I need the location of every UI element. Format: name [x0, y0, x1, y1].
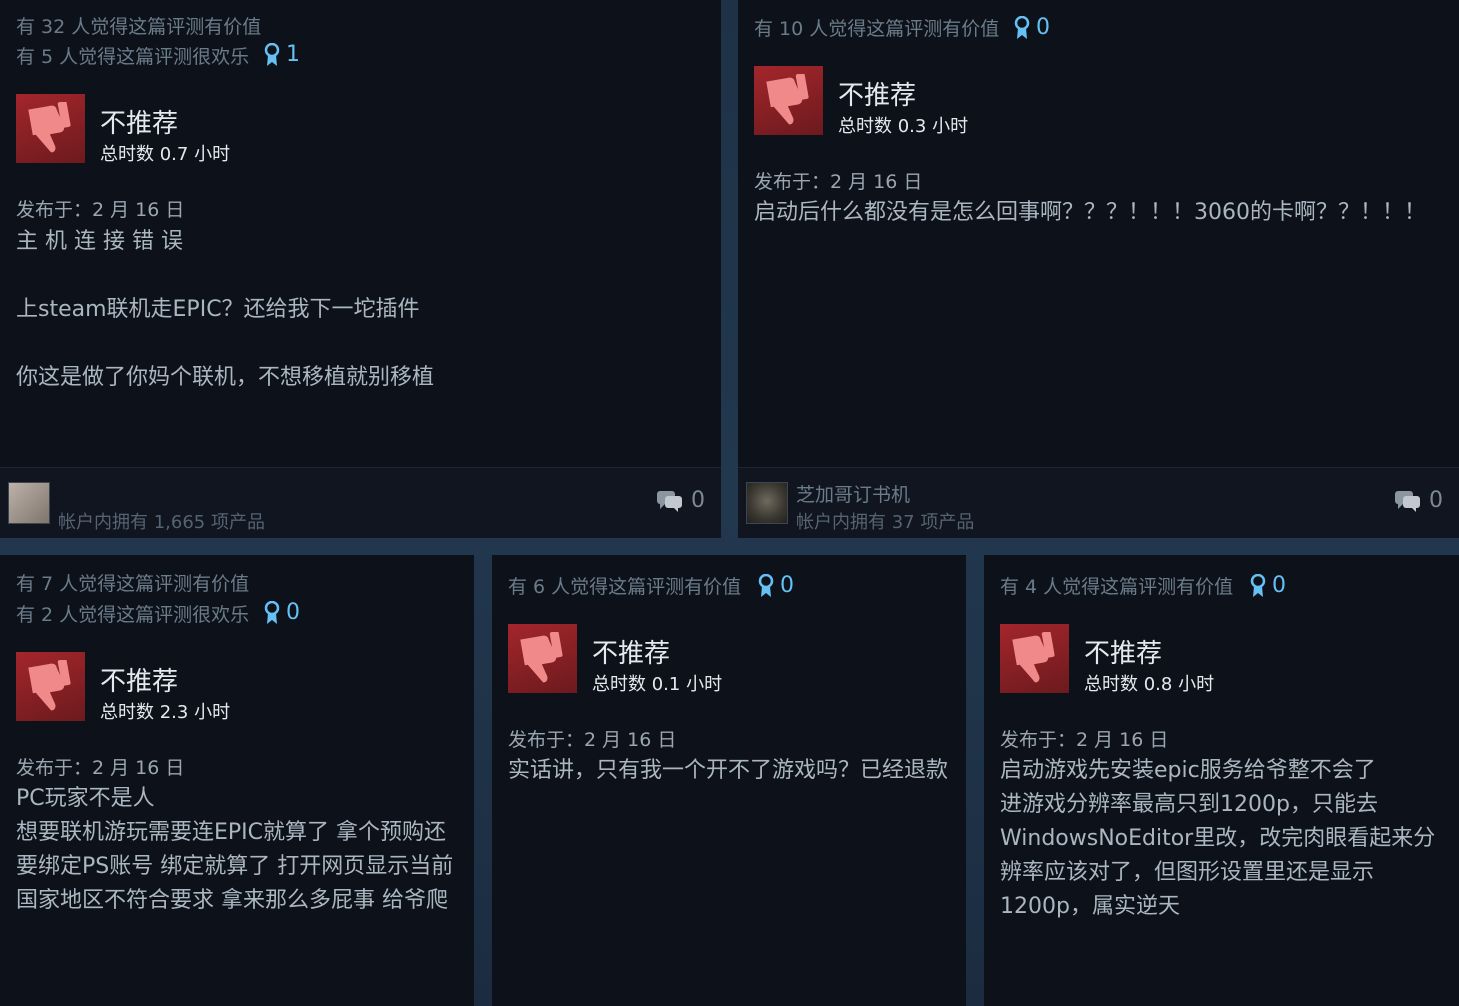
funny-count: 有 2 人觉得这篇评测很欢乐: [16, 604, 250, 626]
comment-bubble-icon: [1395, 490, 1420, 512]
award-button[interactable]: 0: [1250, 573, 1286, 598]
hours-played: 总时数 0.1 小时: [592, 674, 723, 695]
review-verdict: 不推荐: [100, 109, 179, 139]
award-button[interactable]: 0: [264, 600, 300, 625]
award-count: 0: [286, 600, 300, 625]
hours-played: 总时数 0.7 小时: [100, 144, 231, 165]
funny-count: 有 5 人觉得这篇评测很欢乐: [16, 46, 250, 68]
award-count: 0: [1272, 573, 1286, 598]
award-ribbon-icon: [264, 600, 280, 624]
thumbs-down-icon: [1000, 624, 1069, 693]
comment-count: 0: [1429, 488, 1443, 513]
review-card-4: 有 6 人觉得这篇评测有价值 0 不推荐 总时数 0.1 小时 发布于：2 月 …: [492, 555, 966, 1006]
review-card-1: 有 32 人觉得这篇评测有价值 有 5 人觉得这篇评测很欢乐 1 不推荐 总时数…: [0, 0, 721, 538]
review-verdict: 不推荐: [1084, 639, 1163, 669]
helpful-count: 有 4 人觉得这篇评测有价值: [1000, 576, 1234, 598]
thumbs-down-icon: [16, 652, 85, 721]
review-card-2: 有 10 人觉得这篇评测有价值 0 不推荐 总时数 0.3 小时 发布于：2 月…: [738, 0, 1459, 538]
thumbs-down-icon: [16, 94, 85, 163]
award-ribbon-icon: [1014, 15, 1030, 39]
products-owned: 帐户内拥有 1,665 项产品: [58, 512, 265, 533]
avatar[interactable]: [746, 482, 788, 524]
award-count: 0: [1036, 15, 1050, 40]
award-button[interactable]: 0: [758, 573, 794, 598]
helpful-count: 有 7 人觉得这篇评测有价值: [16, 573, 250, 595]
comments-button[interactable]: 0: [1395, 488, 1443, 513]
comment-bubble-icon: [657, 490, 682, 512]
award-button[interactable]: 1: [264, 42, 300, 67]
award-button[interactable]: 0: [1014, 15, 1050, 40]
comments-button[interactable]: 0: [657, 488, 705, 513]
award-count: 1: [286, 42, 300, 67]
review-card-3: 有 7 人觉得这篇评测有价值 有 2 人觉得这篇评测很欢乐 0 不推荐 总时数 …: [0, 555, 474, 1006]
helpful-count: 有 10 人觉得这篇评测有价值: [754, 18, 1000, 40]
review-verdict: 不推荐: [100, 667, 179, 697]
award-count: 0: [780, 573, 794, 598]
posted-date: 发布于：2 月 16 日: [16, 757, 185, 779]
hours-played: 总时数 2.3 小时: [100, 702, 231, 723]
review-body: 启动后什么都没有是怎么回事啊？？？！！！3060的卡啊？？！！！: [754, 200, 1426, 225]
posted-date: 发布于：2 月 16 日: [16, 199, 185, 221]
review-verdict: 不推荐: [592, 639, 671, 669]
review-verdict: 不推荐: [838, 81, 917, 111]
award-ribbon-icon: [1250, 573, 1266, 597]
comment-count: 0: [691, 488, 705, 513]
avatar[interactable]: [8, 482, 50, 524]
posted-date: 发布于：2 月 16 日: [508, 729, 677, 751]
review-footer: 芝加哥订书机 帐户内拥有 37 项产品 0: [738, 467, 1459, 538]
helpful-count: 有 32 人觉得这篇评测有价值: [16, 16, 262, 38]
hours-played: 总时数 0.3 小时: [838, 116, 969, 137]
hours-played: 总时数 0.8 小时: [1084, 674, 1215, 695]
posted-date: 发布于：2 月 16 日: [754, 171, 923, 193]
thumbs-down-icon: [754, 66, 823, 135]
helpful-count: 有 6 人觉得这篇评测有价值: [508, 576, 742, 598]
review-body: 主 机 连 接 错 误 上steam联机走EPIC？还给我下一坨插件 你这是做了…: [16, 229, 435, 390]
review-body: 实话讲，只有我一个开不了游戏吗？已经退款: [508, 758, 949, 783]
review-footer: 帐户内拥有 1,665 项产品 0: [0, 467, 721, 538]
posted-date: 发布于：2 月 16 日: [1000, 729, 1169, 751]
review-body: 启动游戏先安装epic服务给爷整不会了 进游戏分辨率最高只到1200p，只能去 …: [1000, 758, 1436, 919]
thumbs-down-icon: [508, 624, 577, 693]
products-owned: 帐户内拥有 37 项产品: [796, 512, 975, 533]
award-ribbon-icon: [264, 42, 280, 66]
author-name[interactable]: 芝加哥订书机: [796, 480, 910, 507]
award-ribbon-icon: [758, 573, 774, 597]
review-card-5: 有 4 人觉得这篇评测有价值 0 不推荐 总时数 0.8 小时 发布于：2 月 …: [984, 555, 1459, 1006]
review-body: PC玩家不是人 想要联机游玩需要连EPIC就算了 拿个预购还 要绑定PS账号 绑…: [16, 786, 454, 913]
